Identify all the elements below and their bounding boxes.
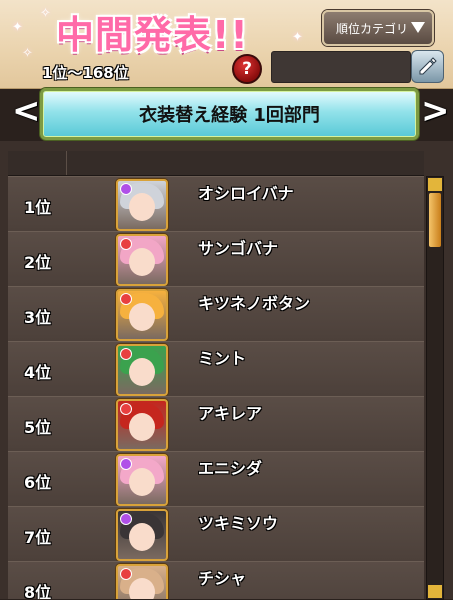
table-row[interactable]: 7位 ツキミソウ: [8, 506, 424, 562]
page-title: 中間発表!!: [56, 13, 249, 57]
category-banner-title: 衣装替え経験 1回部門: [139, 105, 320, 126]
sparkle-icon: ✦: [12, 20, 23, 35]
column-divider: [66, 151, 67, 175]
character-name: キツネノボタン: [198, 294, 311, 313]
character-avatar[interactable]: [116, 234, 168, 286]
scroll-down-button[interactable]: [428, 585, 442, 598]
character-avatar[interactable]: [116, 509, 168, 561]
sparkle-icon: ✧: [22, 46, 33, 61]
rarity-gem-icon: [120, 183, 132, 195]
category-button-label: 順位カテゴリ: [336, 22, 409, 36]
rarity-gem-icon: [120, 238, 132, 250]
rank-label: 7位: [24, 528, 52, 547]
help-label: ?: [242, 59, 252, 79]
scrollbar-thumb[interactable]: [429, 193, 441, 247]
rank-label: 1位: [24, 198, 52, 217]
help-button[interactable]: ?: [232, 54, 262, 84]
rank-label: 4位: [24, 363, 52, 382]
rank-label: 2位: [24, 253, 52, 272]
header-bar: ✦ ✧ ✦ ✧ 中間発表!! 1位〜168位 ? 順位カテゴリ: [0, 0, 453, 89]
chevron-down-icon: [411, 22, 425, 33]
rank-label: 8位: [24, 583, 52, 599]
avatar-face: [129, 413, 155, 441]
sparkle-icon: ✧: [40, 6, 51, 21]
ranking-list[interactable]: 1位 オシロイバナ 2位 サンゴバナ 3位 キツネノボタン 4位 ミント 5位 アキレア 6位 エニシ…: [8, 176, 424, 599]
avatar-face: [129, 358, 155, 386]
table-row[interactable]: 8位 チシャ: [8, 561, 424, 599]
ranking-category-button[interactable]: 順位カテゴリ: [322, 10, 434, 46]
character-name: アキレア: [198, 404, 263, 423]
character-name: オシロイバナ: [198, 184, 294, 203]
scroll-up-button[interactable]: [428, 178, 442, 191]
character-avatar[interactable]: [116, 179, 168, 231]
table-row[interactable]: 3位 キツネノボタン: [8, 286, 424, 342]
edit-button[interactable]: [411, 50, 444, 83]
avatar-face: [129, 523, 155, 551]
rank-label: 5位: [24, 418, 52, 437]
character-avatar[interactable]: [116, 289, 168, 341]
character-name: ツキミソウ: [198, 514, 279, 533]
avatar-face: [129, 193, 155, 221]
table-header: [8, 151, 424, 176]
table-row[interactable]: 6位 エニシダ: [8, 451, 424, 507]
scrollbar[interactable]: [426, 176, 444, 600]
rarity-gem-icon: [120, 458, 132, 470]
character-name: サンゴバナ: [198, 239, 279, 258]
player-name-field[interactable]: [271, 51, 411, 83]
character-name: チシャ: [198, 569, 247, 588]
character-name: ミント: [198, 349, 247, 368]
avatar-face: [129, 303, 155, 331]
sparkle-icon: ✦: [292, 30, 303, 45]
prev-category-arrow[interactable]: <: [12, 94, 41, 128]
table-row[interactable]: 4位 ミント: [8, 341, 424, 397]
ranking-panel: 1位 オシロイバナ 2位 サンゴバナ 3位 キツネノボタン 4位 ミント 5位 アキレア 6位 エニシ…: [0, 141, 453, 600]
rarity-gem-icon: [120, 293, 132, 305]
rarity-gem-icon: [120, 348, 132, 360]
rank-label: 3位: [24, 308, 52, 327]
avatar-face: [129, 578, 155, 599]
character-avatar[interactable]: [116, 399, 168, 451]
ranking-range-text: 1位〜168位: [42, 64, 129, 82]
character-avatar[interactable]: [116, 454, 168, 506]
character-avatar[interactable]: [116, 564, 168, 599]
avatar-face: [129, 248, 155, 276]
table-row[interactable]: 1位 オシロイバナ: [8, 176, 424, 232]
category-banner: 衣装替え経験 1回部門: [40, 88, 419, 140]
rarity-gem-icon: [120, 403, 132, 415]
rank-label: 6位: [24, 473, 52, 492]
pencil-icon: [419, 57, 437, 75]
avatar-face: [129, 468, 155, 496]
table-row[interactable]: 5位 アキレア: [8, 396, 424, 452]
character-avatar[interactable]: [116, 344, 168, 396]
table-row[interactable]: 2位 サンゴバナ: [8, 231, 424, 287]
rarity-gem-icon: [120, 568, 132, 580]
character-name: エニシダ: [198, 459, 263, 478]
rarity-gem-icon: [120, 513, 132, 525]
next-category-arrow[interactable]: >: [421, 94, 450, 128]
